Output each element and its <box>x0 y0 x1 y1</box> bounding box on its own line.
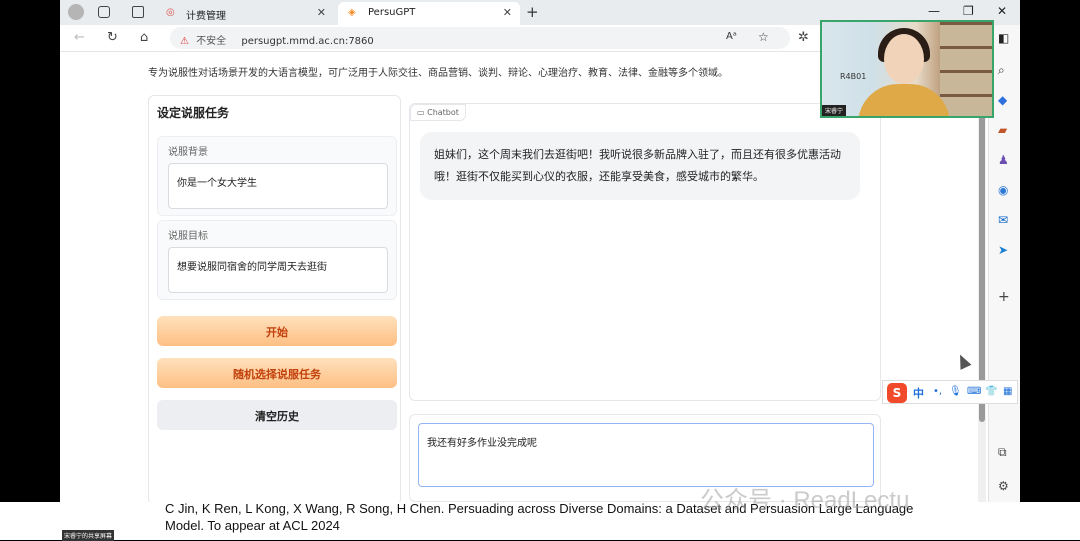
chat-message: 姐妹们，这个周末我们去逛街吧！我听说很多新品牌入驻了，而且还有很多优惠活动哦！逛… <box>420 132 860 200</box>
close-tab-icon[interactable]: ✕ <box>503 6 512 19</box>
tab-billing[interactable]: ◎ 计费管理 ✕ <box>156 2 334 25</box>
favorite-star-icon[interactable]: ☆ <box>758 30 769 44</box>
goal-label: 说服目标 <box>168 231 208 242</box>
grid-menu-icon[interactable]: ▦ <box>1003 386 1012 397</box>
people-icon[interactable]: ♟ <box>998 153 1009 167</box>
webcam-overlay: R4B01 宋睿宁 <box>820 20 994 118</box>
tab-persugpt[interactable]: ◈ PersuGPT ✕ <box>338 2 520 25</box>
random-task-button[interactable]: 随机选择说服任务 <box>157 358 397 388</box>
screenshot-icon[interactable]: ⧉ <box>998 445 1007 460</box>
chat-icon: ▭ <box>417 108 428 117</box>
page-scrollbar[interactable] <box>978 52 986 502</box>
refresh-icon[interactable]: ↻ <box>107 30 118 45</box>
goal-field-group: 说服目标 想要说服同宿舍的同学周天去逛街 <box>157 220 397 300</box>
copilot-icon[interactable]: ◉ <box>998 183 1008 197</box>
sidebar-toggle-icon[interactable]: ◧ <box>998 31 1009 45</box>
billing-favicon-icon: ◎ <box>166 7 175 18</box>
page-description: 专为说服性对话场景开发的大语言模型，可广泛用于人际交往、商品营销、谈判、辩论、心… <box>148 68 728 79</box>
profile-avatar-icon[interactable] <box>68 4 84 20</box>
scrollbar-thumb[interactable] <box>979 72 985 422</box>
url-text: persugpt.mmd.ac.cn:7860 <box>241 36 374 47</box>
back-icon[interactable]: ← <box>74 30 85 45</box>
watermark: 公众号 · ReadLectu <box>700 487 910 514</box>
chatbot-panel: ▭ Chatbot 姐妹们，这个周末我们去逛街吧！我听说很多新品牌入驻了，而且还… <box>409 103 881 401</box>
message-input[interactable]: 我还有好多作业没完成呢 <box>418 423 874 487</box>
bookshelf <box>940 22 992 116</box>
tab-label: PersuGPT <box>368 7 416 18</box>
restore-icon[interactable]: ❐ <box>963 4 974 18</box>
outlook-icon[interactable]: ✉ <box>998 213 1008 227</box>
presenter-face <box>884 34 924 84</box>
background-input[interactable]: 你是一个女大学生 <box>168 163 388 209</box>
keyboard-icon[interactable]: ⌨ <box>967 386 981 397</box>
background-label: 说服背景 <box>168 147 208 158</box>
address-bar[interactable]: ⚠ 不安全 persugpt.mmd.ac.cn:7860 Aᵃ ☆ <box>170 27 790 49</box>
close-window-icon[interactable]: ✕ <box>997 4 1007 18</box>
minimize-icon[interactable]: — <box>928 4 940 18</box>
presenter-body <box>858 84 950 116</box>
microphone-icon[interactable]: 🎙 <box>949 386 962 397</box>
persugpt-favicon-icon: ◈ <box>348 7 356 18</box>
ime-mode[interactable]: 中 <box>913 385 924 401</box>
close-tab-icon[interactable]: ✕ <box>317 6 326 19</box>
search-icon[interactable]: ⌕ <box>998 63 1005 78</box>
start-button[interactable]: 开始 <box>157 316 397 346</box>
tab-label: 计费管理 <box>186 11 226 22</box>
skin-shirt-icon[interactable]: 👕 <box>985 386 997 397</box>
task-panel: 设定说服任务 说服背景 你是一个女大学生 说服目标 想要说服同宿舍的同学周天去逛… <box>148 95 401 502</box>
sogou-logo-icon[interactable]: S <box>887 383 907 403</box>
background-sign: R4B01 <box>840 72 867 81</box>
tab-actions-icon[interactable] <box>132 6 144 18</box>
workspaces-icon[interactable] <box>98 6 110 18</box>
chatbot-label: ▭ Chatbot <box>410 104 466 121</box>
goal-input[interactable]: 想要说服同宿舍的同学周天去逛街 <box>168 247 388 293</box>
mouse-cursor-icon <box>954 352 972 370</box>
ime-toolbar: S 中 •, 🎙 ⌨ 👕 ▦ <box>882 380 1018 404</box>
new-tab-icon[interactable]: + <box>526 3 539 21</box>
panel-title: 设定说服任务 <box>157 106 230 120</box>
add-sidebar-app-icon[interactable]: + <box>998 289 1010 305</box>
screen-share-tag: 宋睿宁的共享屏幕 <box>62 530 115 541</box>
warning-icon: ⚠ <box>180 36 189 47</box>
background-field-group: 说服背景 你是一个女大学生 <box>157 136 397 216</box>
home-icon[interactable]: ⌂ <box>140 30 148 45</box>
toolbox-icon[interactable]: ▰ <box>998 123 1007 137</box>
settings-gear-icon[interactable]: ⚙ <box>998 479 1009 493</box>
webcam-name-tag: 宋睿宁 <box>822 105 847 116</box>
insecure-label[interactable]: 不安全 <box>196 36 226 47</box>
punctuation-icon[interactable]: •, <box>933 386 942 397</box>
tag-icon[interactable]: ◆ <box>998 93 1007 107</box>
clear-history-button[interactable]: 清空历史 <box>157 400 397 430</box>
send-icon[interactable]: ➤ <box>998 243 1008 257</box>
extensions-icon[interactable]: ✲ <box>798 30 809 45</box>
read-aloud-icon[interactable]: Aᵃ <box>726 31 737 42</box>
